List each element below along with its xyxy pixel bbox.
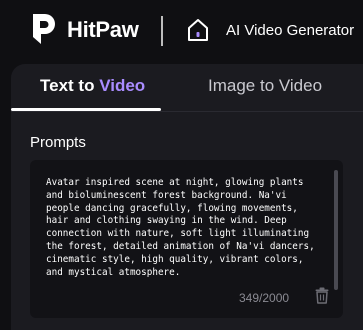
- home-icon[interactable]: [186, 17, 210, 43]
- trash-icon[interactable]: [315, 287, 329, 304]
- header-divider: [161, 16, 163, 46]
- prompt-textarea[interactable]: Avatar inspired scene at night, glowing …: [46, 177, 321, 279]
- prompts-label: Prompts: [30, 134, 86, 151]
- hitpaw-logo-icon[interactable]: [30, 11, 58, 47]
- tab-text-to-video-prefix: Text to: [40, 76, 100, 95]
- brand-name: HitPaw: [67, 17, 139, 42]
- tab-text-to-video-accent: Video: [99, 76, 146, 95]
- prompt-scrollbar[interactable]: [334, 170, 338, 290]
- character-count: 349/2000: [239, 291, 290, 305]
- prompt-box[interactable]: Avatar inspired scene at night, glowing …: [30, 160, 343, 318]
- tab-text-to-video[interactable]: Text to Video: [40, 75, 145, 97]
- tabs-divider: [11, 111, 363, 112]
- app-header: HitPaw AI Video Generator: [0, 0, 363, 62]
- generator-panel: Text to Video Image to Video Prompts Ava…: [11, 64, 363, 330]
- tab-image-to-video[interactable]: Image to Video: [208, 75, 322, 97]
- page-title: AI Video Generator: [226, 22, 355, 39]
